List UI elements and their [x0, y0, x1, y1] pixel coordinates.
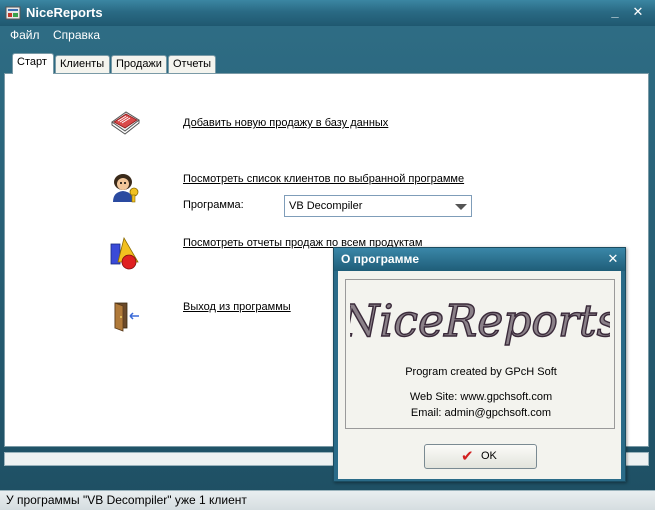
program-select-value: VB Decompiler: [289, 200, 363, 212]
about-dialog: О программе ✕ NiceReports Program create…: [333, 247, 626, 482]
tab-clients[interactable]: Клиенты: [55, 55, 110, 73]
about-dialog-body: NiceReports Program created by GPcH Soft…: [338, 271, 621, 479]
svg-text:NiceReports: NiceReports: [350, 296, 610, 347]
close-button[interactable]: ✕: [629, 4, 647, 20]
add-sale-book-icon[interactable]: [108, 104, 142, 138]
app-icon: [5, 6, 21, 20]
tab-start[interactable]: Старт: [12, 53, 54, 74]
ok-button-label: OK: [481, 450, 497, 462]
program-select[interactable]: VB Decompiler: [284, 195, 472, 217]
created-by-text: Program created by GPcH Soft: [405, 366, 557, 378]
menu-file[interactable]: Файл: [10, 26, 40, 44]
nicereports-logo: NiceReports: [350, 295, 610, 347]
add-sale-link[interactable]: Добавить новую продажу в базу данных: [183, 117, 388, 129]
menu-bar: Файл Справка: [0, 26, 655, 46]
website-text: Web Site: www.gpchsoft.com: [409, 391, 553, 403]
about-dialog-title-bar[interactable]: О программе ✕: [334, 248, 625, 271]
email-text: Email: admin@gpchsoft.com: [410, 407, 552, 419]
check-icon: ✔: [461, 448, 474, 465]
about-info-panel: NiceReports Program created by GPcH Soft…: [345, 279, 615, 429]
title-bar[interactable]: NiceReports _ ✕: [0, 0, 655, 26]
ok-button[interactable]: ✔ OK: [424, 444, 537, 469]
about-dialog-title: О программе: [341, 252, 420, 266]
chevron-down-icon[interactable]: [455, 204, 467, 210]
exit-link[interactable]: Выход из программы: [183, 301, 291, 313]
status-text: У программы "VB Decompiler" уже 1 клиент: [6, 493, 247, 507]
view-clients-link[interactable]: Посмотреть список клиентов по выбранной …: [183, 173, 464, 185]
reports-shapes-icon[interactable]: [108, 236, 142, 270]
status-bar: У программы "VB Decompiler" уже 1 клиент: [0, 490, 655, 510]
minimize-button[interactable]: _: [606, 4, 624, 20]
tab-sales[interactable]: Продажи: [111, 55, 167, 73]
tab-reports[interactable]: Отчеты: [168, 55, 216, 73]
exit-door-icon[interactable]: [108, 298, 142, 332]
menu-help[interactable]: Справка: [53, 26, 100, 44]
window-title: NiceReports: [26, 5, 103, 20]
program-label: Программа:: [183, 199, 244, 211]
about-close-button[interactable]: ✕: [606, 251, 620, 267]
clients-key-icon[interactable]: [108, 170, 142, 204]
